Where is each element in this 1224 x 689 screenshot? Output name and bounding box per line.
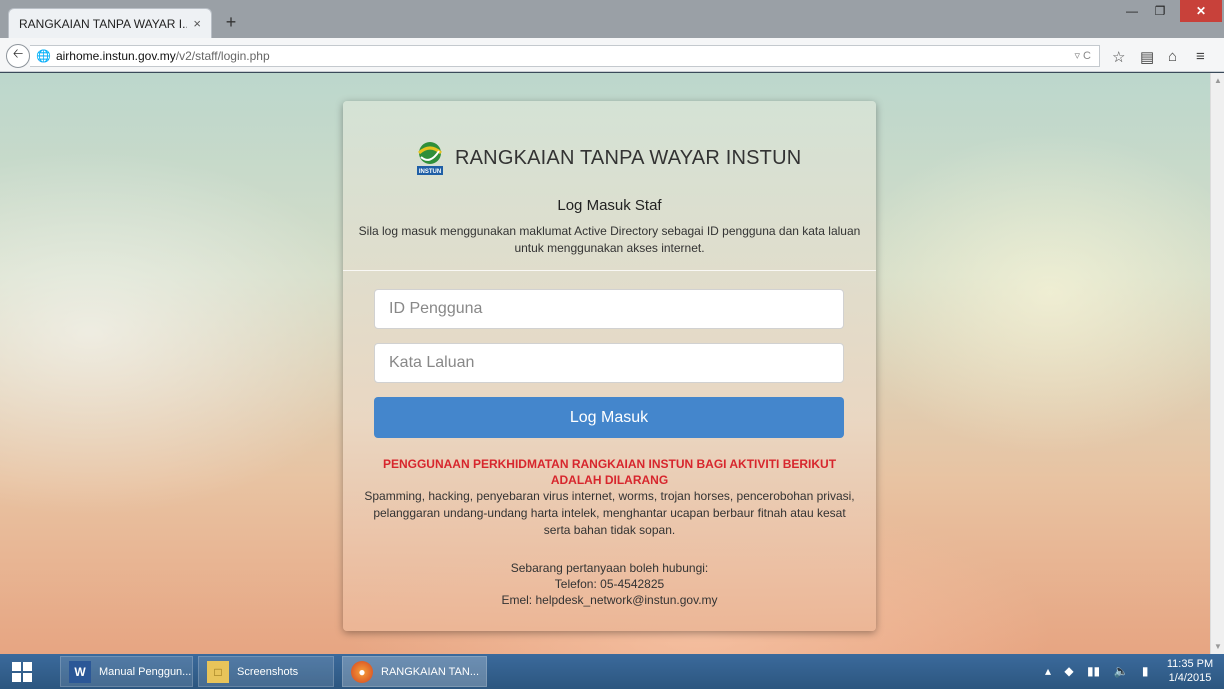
contact-phone: Telefon: 05-4542825 [554, 577, 665, 591]
tab-title: RANGKAIAN TANPA WAYAR I... [19, 16, 188, 31]
maximize-button[interactable]: ❐ [1146, 0, 1174, 22]
network-icon[interactable]: ▮▮ [1087, 664, 1100, 678]
battery-icon[interactable]: ▮ [1142, 664, 1149, 678]
new-tab-button[interactable]: + [220, 12, 242, 33]
browser-navbar: 🡠 🌐 airhome.instun.gov.my/v2/staff/login… [0, 38, 1224, 72]
scroll-up-icon[interactable]: ▲ [1214, 76, 1222, 85]
close-window-button[interactable]: ✕ [1180, 0, 1222, 22]
back-button[interactable]: 🡠 [6, 44, 30, 68]
url-host: airhome.instun.gov.my [55, 49, 176, 63]
scroll-down-icon[interactable]: ▼ [1214, 642, 1222, 651]
bookmarks-list-icon[interactable]: ▤ [1140, 48, 1154, 66]
home-icon[interactable]: ⌂ [1168, 48, 1177, 65]
volume-icon[interactable]: 🔈 [1114, 664, 1129, 678]
user-id-input[interactable] [374, 289, 844, 329]
login-card: INSTUN RANGKAIAN TANPA WAYAR INSTUN Log … [343, 101, 876, 631]
windows-start-icon[interactable] [12, 662, 32, 682]
word-icon: W [69, 660, 91, 683]
browser-tab[interactable]: RANGKAIAN TANPA WAYAR I... × [8, 8, 212, 38]
reload-icon[interactable]: ▿ C [1074, 49, 1091, 62]
taskbar-item-firefox[interactable]: ● RANGKAIAN TAN... [342, 656, 487, 687]
prohibited-warning: PENGGUNAAN PERKHIDMATAN RANGKAIAN INSTUN… [382, 457, 837, 487]
bookmark-star-icon[interactable]: ☆ [1112, 48, 1125, 66]
browser-titlebar: RANGKAIAN TANPA WAYAR I... × + — ❐ ✕ [0, 0, 1224, 38]
globe-icon: 🌐 [36, 49, 51, 63]
login-instructions: Sila log masuk menggunakan maklumat Acti… [358, 224, 861, 255]
contact-email: Emel: helpdesk_network@instun.gov.my [501, 593, 718, 607]
page-background: INSTUN RANGKAIAN TANPA WAYAR INSTUN Log … [0, 73, 1210, 654]
instun-logo-icon: INSTUN [417, 142, 443, 175]
show-hidden-icons-icon[interactable]: ▴ [1045, 664, 1051, 678]
brand-header: INSTUN RANGKAIAN TANPA WAYAR INSTUN [413, 139, 801, 177]
system-tray: ▴ ◆ ▮▮ 🔈 ▮ [1045, 664, 1148, 678]
clock-date: 1/4/2015 [1168, 672, 1212, 684]
windows-taskbar: W Manual Penggun... □ Screenshots ● RANG… [0, 654, 1224, 689]
contact-info: Sebarang pertanyaan boleh hubungi: Telef… [363, 560, 856, 608]
address-bar[interactable]: 🌐 airhome.instun.gov.my/v2/staff/login.p… [30, 45, 1100, 67]
taskbar-item-word[interactable]: W Manual Penggun... [60, 656, 193, 687]
taskbar-item-label: Screenshots [237, 665, 299, 678]
contact-intro: Sebarang pertanyaan boleh hubungi: [510, 561, 709, 575]
close-tab-icon[interactable]: × [193, 16, 201, 31]
clock-time: 11:35 PM [1166, 658, 1214, 670]
taskbar-item-explorer[interactable]: □ Screenshots [198, 656, 334, 687]
svg-text:INSTUN: INSTUN [419, 169, 441, 175]
password-input[interactable] [374, 343, 844, 383]
clock[interactable]: 11:35 PM 1/4/2015 [1160, 657, 1220, 685]
login-button[interactable]: Log Masuk [374, 397, 844, 438]
page-scrollbar[interactable]: ▲ ▼ [1210, 73, 1224, 654]
divider [343, 270, 876, 271]
prohibited-activities: Spamming, hacking, penyebaran virus inte… [364, 489, 855, 537]
url-text: airhome.instun.gov.my/v2/staff/login.php [56, 49, 270, 63]
menu-icon[interactable]: ≡ [1196, 48, 1205, 65]
folder-icon: □ [207, 660, 229, 683]
taskbar-item-label: RANGKAIAN TAN... [381, 665, 480, 678]
drive-icon[interactable]: ◆ [1064, 664, 1073, 678]
firefox-icon: ● [351, 660, 373, 683]
taskbar-item-label: Manual Penggun... [99, 665, 192, 678]
url-path: /v2/staff/login.php [175, 49, 270, 63]
minimize-button[interactable]: — [1118, 0, 1146, 22]
login-heading: Log Masuk Staf [557, 197, 662, 214]
back-arrow-icon: 🡠 [12, 46, 24, 61]
brand-title: RANGKAIAN TANPA WAYAR INSTUN [455, 146, 802, 169]
